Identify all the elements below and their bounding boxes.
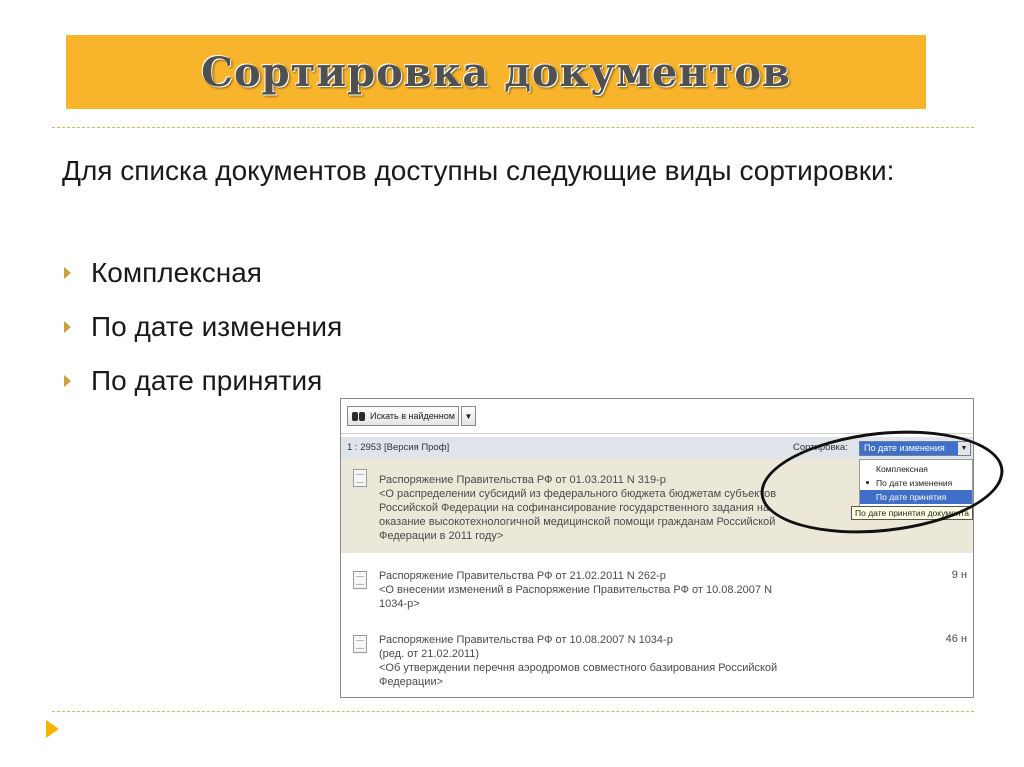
bullet-label: По дате принятия xyxy=(91,365,323,396)
document-line: Федерации> xyxy=(379,676,444,688)
document-title[interactable]: Распоряжение Правительства РФ от 01.03.2… xyxy=(379,473,776,487)
document-number: 46 н xyxy=(945,633,967,645)
document-line: Российской Федерации на софинансирование… xyxy=(379,502,770,514)
search-in-results-button[interactable]: Искать в найденном xyxy=(347,406,459,426)
document-text: Распоряжение Правительства РФ от 01.03.2… xyxy=(379,473,776,543)
bullet-arrow-icon xyxy=(64,375,71,387)
search-in-results-label: Искать в найденном xyxy=(370,411,455,421)
bottom-divider xyxy=(52,711,974,712)
intro-text: Для списка документов доступны следующие… xyxy=(62,155,895,186)
document-title[interactable]: Распоряжение Правительства РФ от 10.08.2… xyxy=(379,633,777,647)
document-line: 1034-р> xyxy=(379,598,420,610)
document-row[interactable]: Распоряжение Правительства РФ от 10.08.2… xyxy=(341,625,973,695)
document-row[interactable]: Распоряжение Правительства РФ от 21.02.2… xyxy=(341,559,973,621)
search-dropdown-button[interactable]: ▼ xyxy=(461,406,476,426)
bullet-arrow-icon xyxy=(64,267,71,279)
document-icon xyxy=(353,469,367,487)
document-line: оказание высокотехнологичной медицинской… xyxy=(379,516,776,528)
toolbar: Искать в найденном ▼ xyxy=(341,399,973,434)
bullet-item: Комплексная xyxy=(62,246,342,300)
title-banner: Сортировка документов xyxy=(66,35,926,109)
document-line: <Об утверждении перечня аэродромов совме… xyxy=(379,662,778,674)
bullet-list: Комплексная По дате изменения По дате пр… xyxy=(62,246,342,408)
document-text: Распоряжение Правительства РФ от 10.08.2… xyxy=(379,633,777,689)
document-line: Федерации в 2011 году> xyxy=(379,530,504,542)
document-icon xyxy=(353,635,367,653)
bullet-item: По дате изменения xyxy=(62,300,342,354)
corner-arrow-icon xyxy=(46,720,59,738)
bullet-item: По дате принятия xyxy=(62,354,342,408)
document-number: 9 н xyxy=(951,569,967,581)
document-line: (ред. от 21.02.2011) xyxy=(379,648,480,660)
bullet-label: Комплексная xyxy=(91,257,262,288)
document-title[interactable]: Распоряжение Правительства РФ от 21.02.2… xyxy=(379,569,772,583)
document-icon xyxy=(353,571,367,589)
result-count: 1 : 2953 [Версия Проф] xyxy=(347,442,450,453)
slide-title: Сортировка документов xyxy=(201,48,791,96)
bullet-label: По дате изменения xyxy=(91,311,343,342)
chevron-down-icon: ▼ xyxy=(464,411,473,421)
top-divider xyxy=(52,127,974,128)
document-line: <О распределении субсидий из федеральног… xyxy=(379,488,777,500)
bullet-arrow-icon xyxy=(64,321,71,333)
document-line: <О внесении изменений в Распоряжение Пра… xyxy=(379,584,773,596)
document-text: Распоряжение Правительства РФ от 21.02.2… xyxy=(379,569,772,611)
binoculars-icon xyxy=(352,410,366,422)
